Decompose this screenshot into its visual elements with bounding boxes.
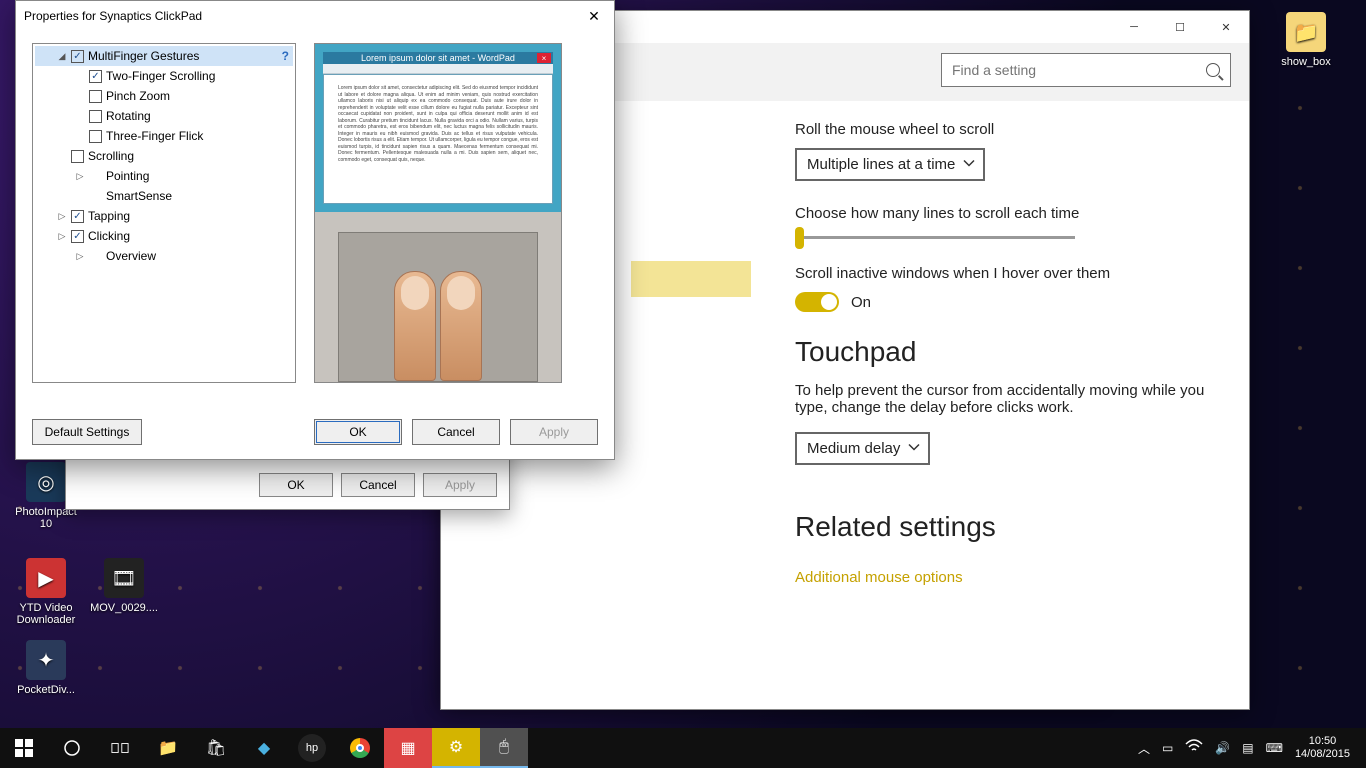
app-icon: ▶	[26, 558, 66, 598]
expand-icon[interactable]: ▷	[57, 231, 67, 242]
desktop-icon-pocketdivx[interactable]: ✦ PocketDiv...	[8, 640, 84, 696]
battery-icon[interactable]: ▭	[1162, 741, 1173, 755]
checkbox[interactable]	[89, 130, 102, 143]
roll-wheel-select[interactable]: Multiple lines at a time	[795, 148, 985, 181]
expand-icon[interactable]: ▷	[57, 211, 67, 222]
desktop-folder-showbox[interactable]: 📁 show_box	[1268, 12, 1344, 68]
tree-item-tapping[interactable]: ▷ Tapping	[35, 206, 293, 226]
icon-label: PocketDiv...	[8, 684, 84, 696]
settings-main: Roll the mouse wheel to scroll Multiple …	[795, 119, 1235, 689]
taskbar-mouse[interactable]: 🖱	[480, 728, 528, 768]
related-settings-heading: Related settings	[795, 511, 1235, 543]
tree-item-rotating[interactable]: Rotating	[35, 106, 293, 126]
taskbar-app-1[interactable]: ◆	[240, 728, 288, 768]
icon-label: show_box	[1268, 56, 1344, 68]
app-icon: ✦	[26, 640, 66, 680]
tree-item-pointing[interactable]: ▷ Pointing	[35, 166, 293, 186]
app-icon: ◎	[26, 462, 66, 502]
checkbox[interactable]	[89, 110, 102, 123]
system-tray[interactable]: ︿ ▭ 🔊 ▤ ⌨ 10:50 14/08/2015	[1128, 735, 1366, 761]
tree-item-clicking[interactable]: ▷ Clicking	[35, 226, 293, 246]
wifi-icon[interactable]	[1185, 738, 1203, 759]
volume-icon[interactable]: 🔊	[1215, 741, 1230, 755]
maximize-button[interactable]: ☐	[1157, 11, 1203, 43]
desktop-icon-mov[interactable]: 🎞 MOV_0029....	[86, 558, 162, 614]
settings-search[interactable]	[941, 53, 1231, 87]
checkbox[interactable]	[89, 70, 102, 83]
gesture-tree[interactable]: ◢ MultiFinger Gestures ? Two-Finger Scro…	[32, 43, 296, 383]
additional-mouse-options-link[interactable]: Additional mouse options	[795, 569, 963, 586]
chevron-down-icon	[908, 440, 920, 457]
folder-icon: 📁	[1286, 12, 1326, 52]
minimize-button[interactable]: ─	[1111, 11, 1157, 43]
ok-button[interactable]: OK	[314, 419, 402, 445]
tree-item-two-finger-scrolling[interactable]: Two-Finger Scrolling	[35, 66, 293, 86]
help-icon[interactable]: ?	[282, 49, 293, 63]
tree-item-scrolling[interactable]: Scrolling	[35, 146, 293, 166]
close-button[interactable]: ✕	[1203, 11, 1249, 43]
preview-wordpad-title: Lorem ipsum dolor sit amet - WordPad ×	[323, 52, 553, 64]
icon-label: YTD Video Downloader	[8, 602, 84, 626]
lines-slider[interactable]	[795, 236, 1075, 239]
apply-button[interactable]: Apply	[510, 419, 598, 445]
default-settings-button[interactable]: Default Settings	[32, 419, 142, 445]
checkbox[interactable]	[71, 230, 84, 243]
collapse-icon[interactable]: ◢	[57, 51, 67, 62]
sidebar-selected-item[interactable]	[631, 261, 751, 297]
touchpad-desc: To help prevent the cursor from accident…	[795, 382, 1205, 416]
close-icon: ×	[537, 53, 551, 63]
search-input[interactable]	[952, 62, 1206, 78]
expand-icon[interactable]: ▷	[75, 251, 85, 262]
checkbox[interactable]	[89, 90, 102, 103]
checkbox[interactable]	[71, 150, 84, 163]
tree-item-pinch-zoom[interactable]: Pinch Zoom	[35, 86, 293, 106]
tree-item-smartsense[interactable]: SmartSense	[35, 186, 293, 206]
synaptics-properties-dialog: Properties for Synaptics ClickPad ✕ ◢ Mu…	[15, 0, 615, 460]
choose-lines-label: Choose how many lines to scroll each tim…	[795, 205, 1235, 222]
taskbar: 📁 🛍 ◆ hp ▦ ⚙ 🖱 ︿ ▭ 🔊 ▤ ⌨ 10:50 14/08/201…	[0, 728, 1366, 768]
action-center-icon[interactable]: ▤	[1242, 741, 1253, 755]
chevron-down-icon	[963, 156, 975, 173]
taskbar-chrome[interactable]	[336, 728, 384, 768]
scroll-inactive-toggle[interactable]	[795, 292, 839, 312]
touchpad-heading: Touchpad	[795, 336, 1235, 368]
gesture-preview: Lorem ipsum dolor sit amet - WordPad × L…	[314, 43, 562, 383]
slider-thumb[interactable]	[795, 227, 804, 249]
touchpad-delay-select[interactable]: Medium delay	[795, 432, 930, 465]
touchpad-illustration	[338, 232, 538, 382]
checkbox[interactable]	[71, 50, 84, 63]
taskbar-settings[interactable]: ⚙	[432, 728, 480, 768]
taskbar-file-explorer[interactable]: 📁	[144, 728, 192, 768]
icon-label: MOV_0029....	[86, 602, 162, 614]
roll-wheel-label: Roll the mouse wheel to scroll	[795, 121, 1235, 138]
cancel-button[interactable]: Cancel	[412, 419, 500, 445]
taskbar-hp[interactable]: hp	[298, 734, 326, 762]
taskbar-clock[interactable]: 10:50 14/08/2015	[1295, 735, 1356, 761]
checkbox[interactable]	[71, 210, 84, 223]
scroll-inactive-label: Scroll inactive windows when I hover ove…	[795, 265, 1235, 282]
close-button[interactable]: ✕	[582, 8, 606, 25]
video-icon: 🎞	[104, 558, 144, 598]
desktop-icon-ytd[interactable]: ▶ YTD Video Downloader	[8, 558, 84, 626]
search-icon	[1206, 63, 1220, 77]
expand-icon[interactable]: ▷	[75, 171, 85, 182]
cancel-button[interactable]: Cancel	[341, 473, 415, 497]
taskbar-store[interactable]: 🛍	[192, 728, 240, 768]
cortana-button[interactable]	[48, 728, 96, 768]
apply-button[interactable]: Apply	[423, 473, 497, 497]
start-button[interactable]	[0, 728, 48, 768]
tray-overflow-icon[interactable]: ︿	[1138, 740, 1150, 757]
taskbar-app-2[interactable]: ▦	[384, 728, 432, 768]
tree-item-overview[interactable]: ▷ Overview	[35, 246, 293, 266]
dialog-title: Properties for Synaptics ClickPad	[24, 9, 202, 23]
task-view-button[interactable]	[96, 728, 144, 768]
tree-item-three-finger-flick[interactable]: Three-Finger Flick	[35, 126, 293, 146]
ok-button[interactable]: OK	[259, 473, 333, 497]
tree-item-multifinger[interactable]: ◢ MultiFinger Gestures ?	[35, 46, 293, 66]
toggle-on-label: On	[851, 294, 871, 311]
keyboard-icon[interactable]: ⌨	[1266, 741, 1283, 755]
